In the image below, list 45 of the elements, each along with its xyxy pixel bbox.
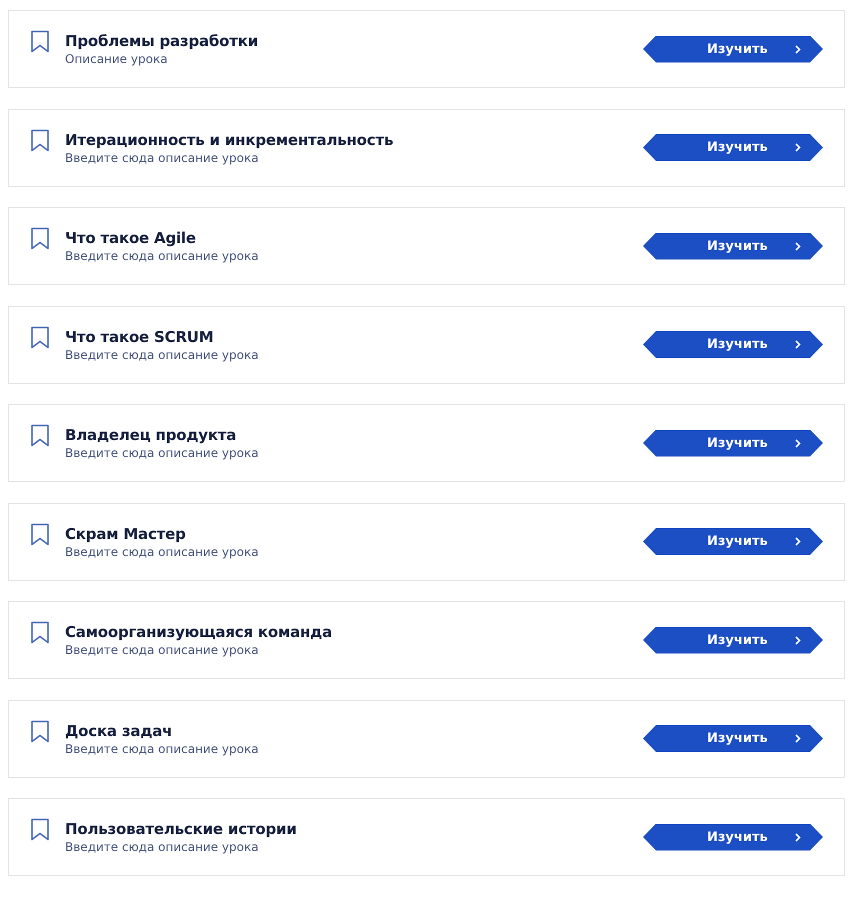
lesson-title: Пользовательские истории <box>65 819 298 839</box>
bookmark-icon[interactable] <box>30 424 50 447</box>
lesson-title: Самоорганизующаяся команда <box>65 622 333 642</box>
lesson-description: Введите сюда описание урока <box>65 346 260 362</box>
lesson-description: Введите сюда описание урока <box>65 740 260 756</box>
lesson-description: Введите сюда описание урока <box>65 544 260 560</box>
lesson-description: Введите сюда описание урока <box>65 150 260 166</box>
lesson-title: Что такое Agile <box>65 228 197 248</box>
lesson-description: Введите сюда описание урока <box>65 445 260 461</box>
lesson-title: Проблемы разработки <box>65 31 260 51</box>
bookmark-icon[interactable] <box>30 818 50 841</box>
study-button[interactable]: Изучить <box>643 626 823 654</box>
lesson-description: Описание урока <box>65 51 169 67</box>
study-button[interactable]: Изучить <box>643 824 823 850</box>
chevron-right-icon <box>795 242 801 250</box>
bookmark-icon[interactable] <box>30 30 50 53</box>
lesson-title: Итерационность и инкрементальность <box>65 130 394 150</box>
lesson-title: Доска задач <box>65 720 174 740</box>
lesson-description: Введите сюда описание урока <box>65 839 260 855</box>
study-button[interactable]: Изучить <box>643 331 823 358</box>
chevron-right-icon <box>795 537 801 546</box>
lesson-description: Введите сюда описание урока <box>65 248 260 264</box>
chevron-right-icon <box>795 143 801 152</box>
chevron-right-icon <box>795 734 801 743</box>
bookmark-icon[interactable] <box>30 720 50 742</box>
bookmark-icon[interactable] <box>30 522 50 546</box>
lesson-description: Введите сюда описание урока <box>65 642 260 658</box>
study-button[interactable]: Изучить <box>643 725 823 752</box>
chevron-right-icon <box>795 438 801 448</box>
lesson-title: Скрам Мастер <box>65 524 187 544</box>
bookmark-icon[interactable] <box>30 227 50 250</box>
chevron-right-icon <box>795 340 801 349</box>
chevron-right-icon <box>795 832 801 842</box>
study-button[interactable]: Изучить <box>643 430 823 456</box>
lesson-title: Владелец продукта <box>65 425 238 445</box>
chevron-right-icon <box>795 44 801 54</box>
study-button[interactable]: Изучить <box>643 36 823 62</box>
study-button[interactable]: Изучить <box>643 528 823 555</box>
study-button[interactable]: Изучить <box>643 134 823 161</box>
chevron-right-icon <box>795 636 801 644</box>
lesson-title: Что такое SCRUM <box>65 326 215 346</box>
study-button[interactable]: Изучить <box>643 232 823 260</box>
bookmark-icon[interactable] <box>30 128 50 152</box>
bookmark-icon[interactable] <box>30 326 50 348</box>
bookmark-icon[interactable] <box>30 621 50 644</box>
